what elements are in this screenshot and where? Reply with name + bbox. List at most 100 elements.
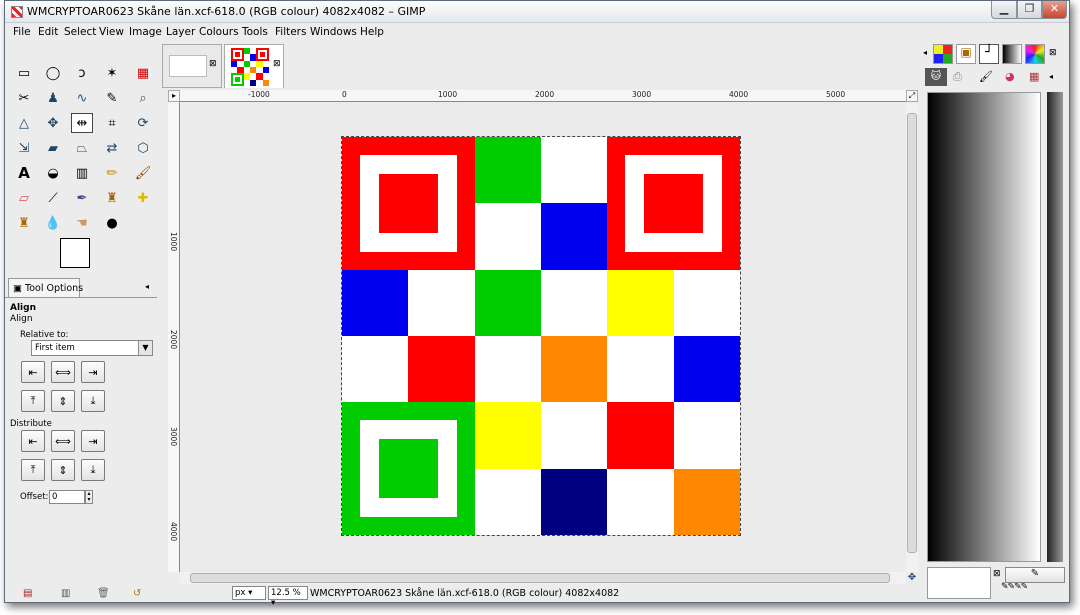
paintbrush-icon[interactable]: 🖌 [132, 163, 154, 183]
align-right-button[interactable]: ⇥ [81, 361, 105, 383]
dock-menu-icon[interactable]: ◂ [145, 282, 149, 291]
distribute-bottom-button[interactable]: ⤓ [81, 459, 105, 481]
tab-gradients[interactable] [1002, 44, 1022, 64]
rect-select-icon[interactable]: ▭ [13, 63, 35, 83]
align-center-button[interactable]: ⟺ [51, 361, 75, 383]
heal-icon[interactable]: ✚ [132, 188, 154, 208]
menu-select[interactable]: Select [64, 26, 96, 38]
scroll-thumb[interactable] [907, 113, 917, 553]
colors-icon[interactable]: ◕ [1005, 70, 1015, 83]
navigate-icon[interactable]: ✥ [906, 572, 918, 584]
tab-active[interactable]: ┘ [979, 44, 999, 64]
cage-icon[interactable]: ⬡ [132, 138, 154, 158]
scissors-icon[interactable]: ✂ [13, 88, 35, 108]
align-bottom-button[interactable]: ⤓ [81, 390, 105, 412]
menu-view[interactable]: View [99, 26, 124, 38]
menu-layer[interactable]: Layer [166, 26, 195, 38]
ellipse-select-icon[interactable]: ◯ [42, 63, 64, 83]
horizontal-scrollbar[interactable] [180, 572, 906, 584]
offset-spinner[interactable]: ▴ ▾ [85, 490, 93, 504]
align-top-button[interactable]: ⤒ [21, 390, 45, 412]
align-left-button[interactable]: ⇤ [21, 361, 45, 383]
airbrush-icon[interactable]: ⟋ [42, 188, 64, 208]
tool-presets-icon[interactable]: ⎙ [953, 70, 962, 84]
restore-options-icon[interactable]: ▥ [61, 588, 73, 599]
distribute-middle-button[interactable]: ⇕ [51, 459, 75, 481]
zoom-select[interactable]: 12.5 % ▾ [268, 586, 308, 608]
layers-tab-icon[interactable]: 🐱 [925, 68, 947, 86]
blur-icon[interactable]: 💧 [42, 213, 64, 233]
distribute-right-button[interactable]: ⇥ [81, 430, 105, 452]
rotate-icon[interactable]: ⟳ [132, 113, 154, 133]
minimize-button[interactable]: ▁ [991, 1, 1017, 19]
image-tab-2[interactable]: ⊠ [224, 44, 284, 88]
distribute-left-button[interactable]: ⇤ [21, 430, 45, 452]
ink-icon[interactable]: ✒ [71, 188, 93, 208]
image-canvas[interactable] [341, 136, 741, 536]
close-icon[interactable]: ⊠ [273, 59, 281, 69]
fonts-icon[interactable]: ▦ [1029, 70, 1039, 83]
scroll-thumb[interactable] [190, 573, 890, 583]
delete-options-icon[interactable]: 🗑 [97, 588, 110, 599]
menu-file[interactable]: File [13, 26, 31, 38]
crop-icon[interactable]: ⌗ [101, 113, 123, 133]
align-middle-button[interactable]: ⇕ [51, 390, 75, 412]
color-picker-icon[interactable]: ✎ [101, 88, 123, 108]
align-icon[interactable]: ⇹ [71, 113, 93, 133]
measure-icon[interactable]: △ [13, 113, 35, 133]
shear-icon[interactable]: ▰ [42, 138, 64, 158]
color-select-icon[interactable]: ▦ [132, 63, 154, 83]
offset-input[interactable]: 0 [49, 490, 85, 504]
clone-icon[interactable]: ♜ [101, 188, 123, 208]
foreground-color[interactable] [60, 238, 90, 268]
distribute-top-button[interactable]: ⤒ [21, 459, 45, 481]
menu-image[interactable]: Image [129, 26, 162, 38]
close-icon[interactable]: ⊠ [209, 59, 217, 69]
distribute-center-button[interactable]: ⟺ [51, 430, 75, 452]
dock-menu-icon[interactable]: ◂ [1049, 72, 1053, 81]
save-options-icon[interactable]: ▤ [23, 588, 35, 599]
move-icon[interactable]: ✥ [42, 113, 64, 133]
fuzzy-select-icon[interactable]: ✶ [101, 63, 123, 83]
unit-select[interactable]: px ▾ [232, 586, 266, 600]
reset-options-icon[interactable]: ↺ [133, 588, 145, 599]
tab-tool-options[interactable]: ▣ Tool Options [8, 278, 83, 298]
menu-colours[interactable]: Colours [199, 26, 239, 38]
menu-edit[interactable]: Edit [38, 26, 58, 38]
foreground-select-icon[interactable]: ♟ [42, 88, 64, 108]
close-icon[interactable]: ⊠ [1049, 48, 1057, 58]
text-icon[interactable]: A [13, 163, 35, 183]
paths-icon[interactable]: ∿ [71, 88, 93, 108]
perspective-clone-icon[interactable]: ♜ [13, 213, 35, 233]
menu-windows[interactable]: Windows [310, 26, 357, 38]
image-tab-1[interactable]: ⊠ [162, 44, 222, 88]
dock-menu-icon[interactable]: ◂ [923, 48, 927, 57]
menu-tools[interactable]: Tools [242, 26, 268, 38]
color-swatches[interactable] [60, 238, 112, 272]
pencil-icon[interactable]: ✏ [101, 163, 123, 183]
brush-preview[interactable] [927, 567, 991, 599]
dodge-burn-icon[interactable]: ● [101, 213, 123, 233]
canvas-area[interactable] [181, 103, 906, 573]
tab-brushes[interactable]: ▣ [956, 44, 976, 64]
eraser-icon[interactable]: ▱ [13, 188, 35, 208]
flip-icon[interactable]: ⇄ [101, 138, 123, 158]
vertical-scrollbar[interactable] [906, 103, 918, 573]
maximize-button[interactable]: ❐ [1017, 1, 1042, 19]
zoom-on-resize-icon[interactable]: ⤢ [906, 90, 918, 102]
close-icon[interactable]: ⊠ [993, 569, 1001, 579]
blend-icon[interactable]: ▥ [71, 163, 93, 183]
tab-patterns[interactable] [933, 44, 953, 64]
brush-icon[interactable]: 🖌 [979, 70, 993, 83]
menu-help[interactable]: Help [360, 26, 384, 38]
smudge-icon[interactable]: ☚ [71, 213, 93, 233]
bucket-fill-icon[interactable]: ◒ [42, 163, 64, 183]
edit-brush-button[interactable]: ✎ [1005, 567, 1065, 583]
menu-filters[interactable]: Filters [275, 26, 306, 38]
close-button[interactable]: ✕ [1042, 1, 1067, 19]
scale-icon[interactable]: ⇲ [13, 138, 35, 158]
quick-mask-corner-icon[interactable]: ▸ [168, 90, 180, 102]
lasso-icon[interactable]: ↄ [71, 63, 93, 83]
zoom-icon[interactable]: ⌕ [132, 88, 154, 108]
relative-to-select[interactable]: First item ▼ [31, 340, 153, 356]
